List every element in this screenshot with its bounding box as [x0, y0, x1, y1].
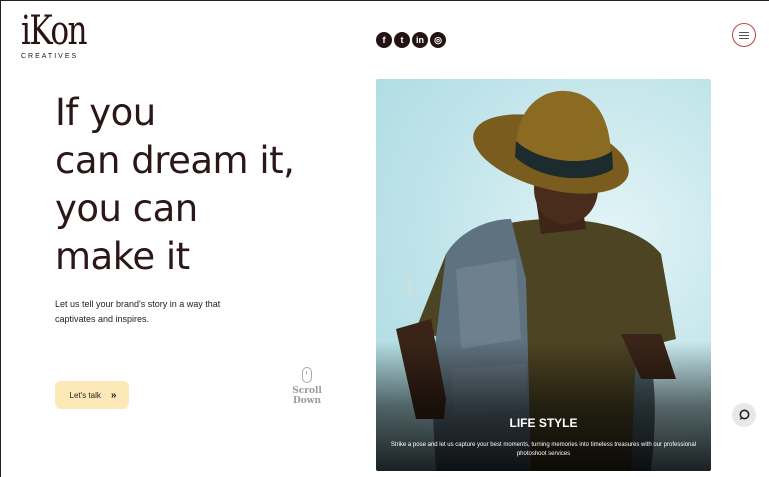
- chat-bubble-icon: [739, 409, 750, 420]
- card-description: Strike a pose and let us capture your be…: [390, 442, 697, 457]
- double-chevron-right-icon: »: [110, 389, 116, 401]
- cta-label: Let's talk: [69, 390, 101, 400]
- svg-text:ECON: ECON: [404, 278, 413, 296]
- headline-line: you can: [55, 187, 198, 230]
- scroll-down-indicator[interactable]: Scroll Down: [280, 367, 334, 406]
- chat-button[interactable]: [732, 403, 756, 427]
- menu-button[interactable]: [732, 23, 756, 47]
- headline-line: make it: [55, 235, 190, 278]
- headline-line: can dream it,: [55, 139, 295, 182]
- card-title: LIFE STYLE: [509, 416, 578, 430]
- headline-line: If you: [55, 91, 156, 134]
- logo-mark: iKon: [21, 8, 88, 54]
- lets-talk-button[interactable]: Let's talk »: [55, 381, 129, 409]
- twitter-icon[interactable]: t: [394, 32, 410, 48]
- instagram-icon[interactable]: ◎: [430, 32, 446, 48]
- lifestyle-feature-card[interactable]: ECON LIFE STYLE Strike a pose and let us…: [376, 79, 711, 471]
- mouse-icon: [302, 367, 312, 383]
- linkedin-icon[interactable]: in: [412, 32, 428, 48]
- hero-headline: If you can dream it, you can make it: [55, 89, 295, 281]
- hero-subtext: Let us tell your brand's story in a way …: [55, 299, 221, 324]
- facebook-icon[interactable]: f: [376, 32, 392, 48]
- scroll-down-label: Scroll Down: [292, 386, 322, 406]
- hamburger-icon: [739, 31, 749, 33]
- social-links: f t in ◎: [376, 32, 446, 48]
- logo-tagline: CREATIVES: [21, 53, 79, 60]
- brand-logo[interactable]: iKon CREATIVES: [21, 8, 88, 60]
